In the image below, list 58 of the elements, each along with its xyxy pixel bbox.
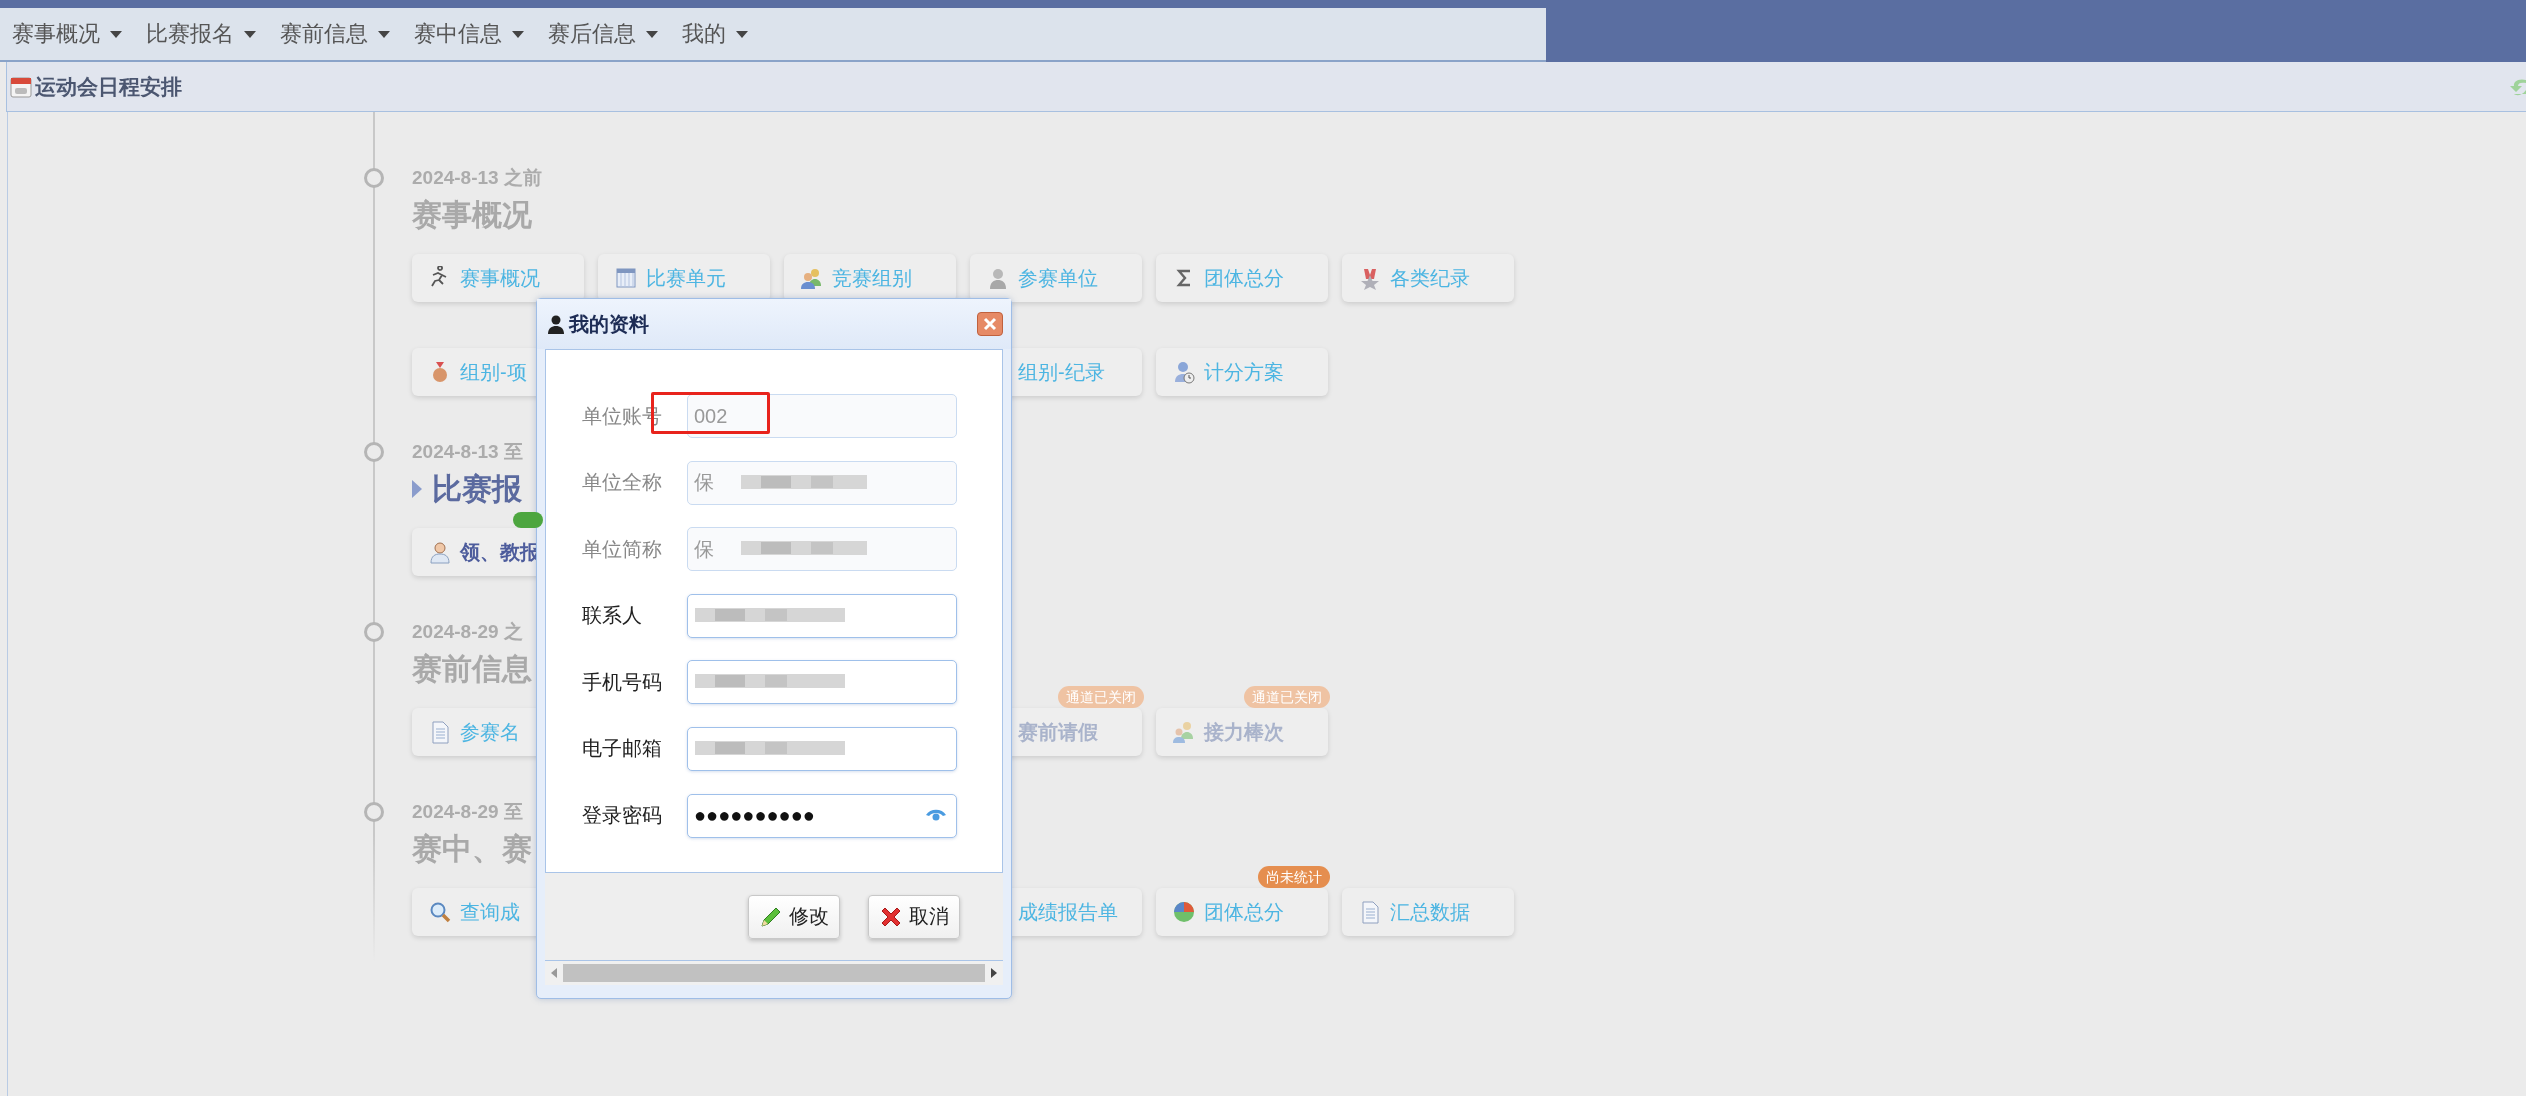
field-label: 联系人 <box>582 603 643 629</box>
stage-date: 2024-8-13 之前 <box>412 166 542 190</box>
timeline-node <box>364 622 384 642</box>
field-label: 登录密码 <box>582 803 663 829</box>
user-icon <box>547 314 565 334</box>
caret-icon <box>512 30 524 38</box>
stage-date: 2024-8-29 至 <box>412 800 523 824</box>
shortcut-button[interactable]: 各类纪录 <box>1342 254 1514 302</box>
pie-chart-icon <box>1172 900 1196 924</box>
shortcut-button[interactable]: 团体总分 <box>1156 888 1328 936</box>
menu-item[interactable]: 我的 <box>672 14 762 54</box>
current-arrow-icon <box>412 480 422 498</box>
input-field[interactable]: ●●●●●●●●●● <box>687 793 957 838</box>
shortcut-button[interactable]: 团体总分 <box>1156 254 1328 302</box>
field-label: 单位简称 <box>582 536 663 562</box>
caret-icon <box>378 30 390 38</box>
status-badge: 通道已关闭 <box>1244 686 1330 708</box>
stage-heading: 赛中、赛 <box>412 830 532 867</box>
panel-title: 运动会日程安排 <box>35 73 182 100</box>
shortcut-button[interactable]: 参赛单位 <box>970 254 1142 302</box>
field-label: 电子邮箱 <box>582 736 663 762</box>
status-badge: 通道已关闭 <box>1058 686 1144 708</box>
dialog-title: 我的资料 <box>569 311 649 337</box>
calendar-grid-icon <box>614 266 638 290</box>
stage-date: 2024-8-13 至 <box>412 440 523 464</box>
search-icon <box>428 900 452 924</box>
timeline-node <box>364 168 384 188</box>
dialog-button[interactable]: 取消 <box>868 894 960 939</box>
close-button[interactable] <box>977 312 1003 336</box>
status-badge: 尚未统计 <box>1258 866 1330 888</box>
field-label: 单位全称 <box>582 470 663 496</box>
shortcut-button[interactable]: 汇总数据 <box>1342 888 1514 936</box>
stage-heading: 赛事概况 <box>412 196 532 233</box>
menu-item[interactable]: 比赛报名 <box>136 14 270 54</box>
people-icon <box>1172 720 1196 744</box>
stage-date: 2024-8-29 之 <box>412 620 523 644</box>
caret-icon <box>736 30 748 38</box>
caret-icon <box>110 30 122 38</box>
calendar-icon <box>9 74 33 99</box>
people-icon <box>800 266 824 290</box>
shortcut-button[interactable]: 计分方案 <box>1156 348 1328 396</box>
menu-item[interactable]: 赛后信息 <box>538 14 672 54</box>
field-label: 手机号码 <box>582 669 663 695</box>
timeline-node <box>364 802 384 822</box>
caret-icon <box>244 30 256 38</box>
stage-heading: 赛前信息 <box>412 650 532 687</box>
dialog-button[interactable]: 修改 <box>748 894 840 939</box>
close-icon <box>983 317 997 331</box>
menu-item[interactable]: 赛中信息 <box>404 14 538 54</box>
user-icon <box>428 540 452 564</box>
stage-heading: 比赛报 <box>432 470 522 507</box>
caret-icon <box>646 30 658 38</box>
horizontal-scrollbar[interactable] <box>545 961 1003 985</box>
menu-item[interactable]: 赛事概况 <box>2 14 136 54</box>
shortcut-button[interactable]: 赛事概况 <box>412 254 584 302</box>
menu-item[interactable]: 赛前信息 <box>270 14 404 54</box>
timeline-node <box>364 442 384 462</box>
person-clock-icon <box>1172 360 1196 384</box>
